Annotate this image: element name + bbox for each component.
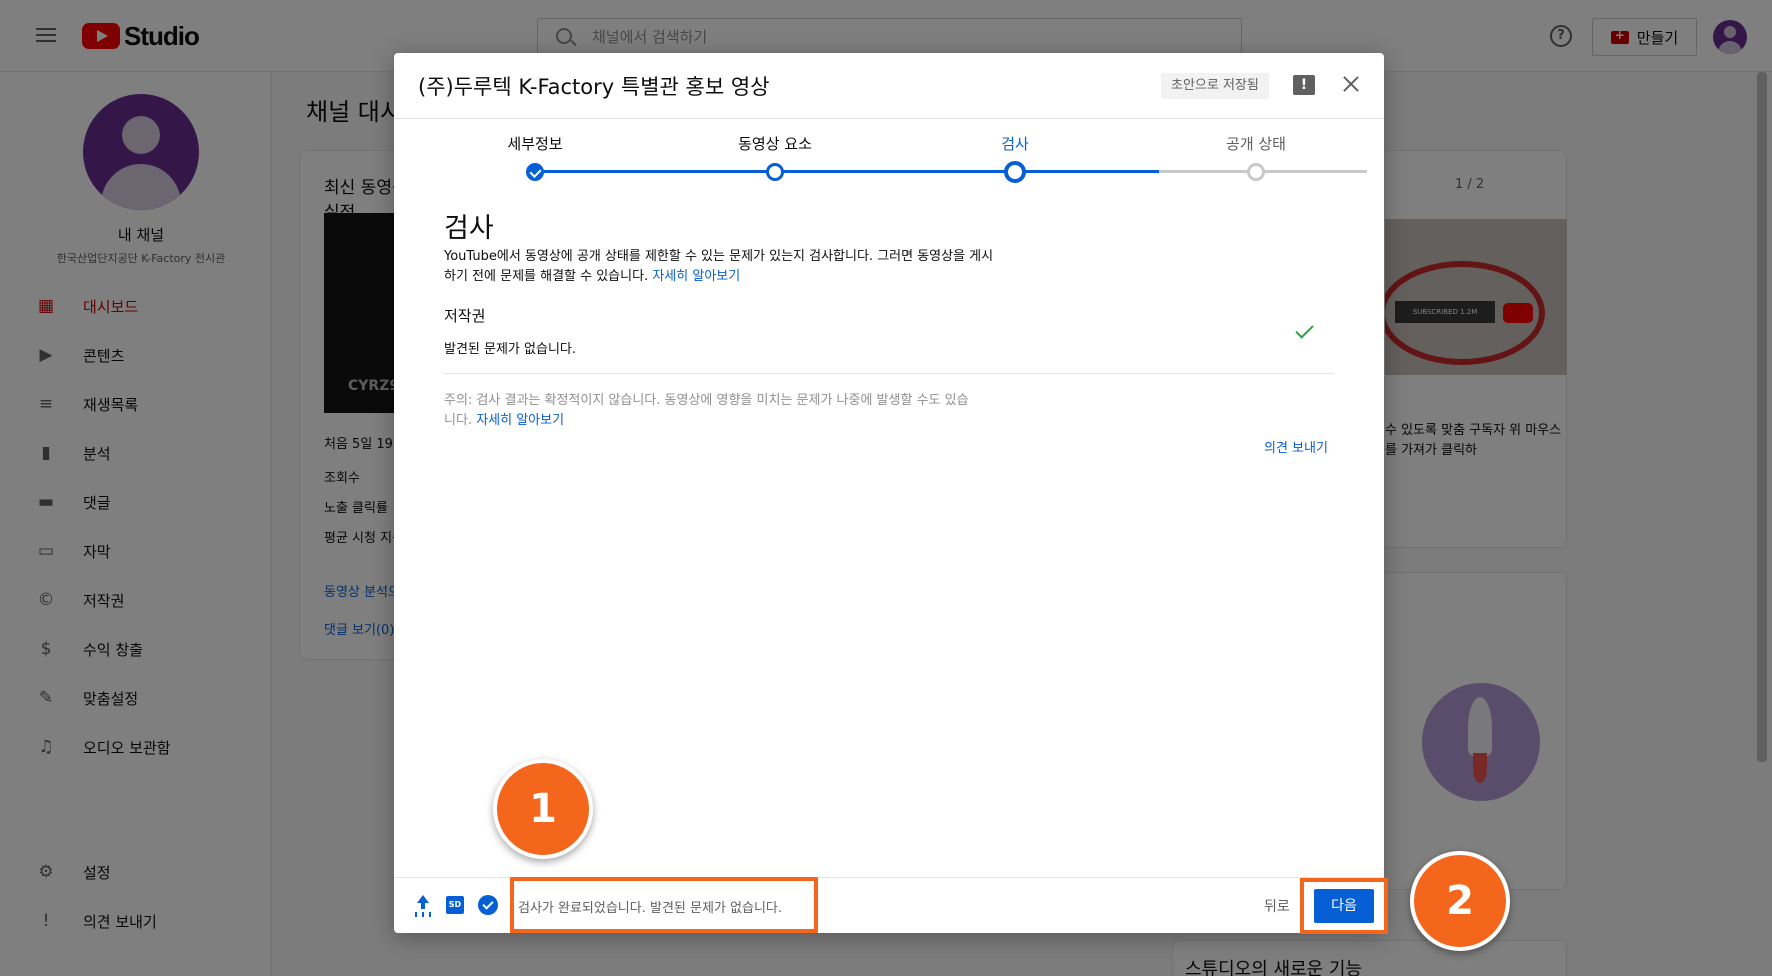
close-icon[interactable] (1338, 71, 1364, 97)
copyright-check-title: 저작권 (444, 307, 486, 325)
upload-status-icon[interactable] (414, 895, 432, 915)
step-label-visibility[interactable]: 공개 상태 (1176, 133, 1336, 154)
sd-quality-icon[interactable]: SD (446, 896, 464, 914)
check-disclaimer: 주의: 검사 결과는 확정적이지 않습니다. 동영상에 영향을 미치는 문제가 … (444, 391, 974, 431)
back-button[interactable]: 뒤로 (1264, 896, 1290, 916)
copyright-check-status: 발견된 문제가 없습니다. (444, 342, 576, 357)
checks-complete-icon[interactable] (478, 895, 498, 915)
highlight-box-next (1300, 878, 1388, 934)
learn-more-link[interactable]: 자세히 알아보기 (652, 269, 740, 284)
section-title: 검사 (444, 213, 494, 244)
draft-saved-badge: 초안으로 저장됨 (1161, 73, 1269, 99)
step-label-video-elements[interactable]: 동영상 요소 (695, 133, 855, 154)
report-feedback-icon[interactable]: ! (1293, 75, 1315, 95)
dialog-header: (주)두루텍 K-Factory 특별관 홍보 영상 초안으로 저장됨 ! (394, 53, 1384, 119)
step-label-details[interactable]: 세부정보 (455, 133, 615, 154)
stepper-progress-line (535, 170, 1159, 173)
learn-more-link[interactable]: 자세히 알아보기 (476, 413, 564, 428)
divider (444, 373, 1334, 374)
step-checks-dot[interactable] (1004, 161, 1026, 183)
dialog-title: (주)두루텍 K-Factory 특별관 홍보 영상 (418, 75, 770, 99)
step-label-checks[interactable]: 검사 (935, 133, 1095, 154)
callout-step-2: 2 (1410, 851, 1510, 951)
callout-step-1: 1 (493, 759, 593, 859)
highlight-box-status (510, 877, 818, 933)
step-details-check-icon[interactable] (526, 163, 544, 181)
step-visibility-dot[interactable] (1247, 163, 1265, 181)
check-icon (1294, 321, 1314, 341)
section-description: YouTube에서 동영상에 공개 상태를 제한할 수 있는 문제가 있는지 검… (444, 247, 1004, 287)
send-feedback-link[interactable]: 의견 보내기 (1264, 437, 1328, 456)
step-video-elements-dot[interactable] (766, 163, 784, 181)
upload-stepper: 세부정보 동영상 요소 검사 공개 상태 (394, 119, 1384, 219)
